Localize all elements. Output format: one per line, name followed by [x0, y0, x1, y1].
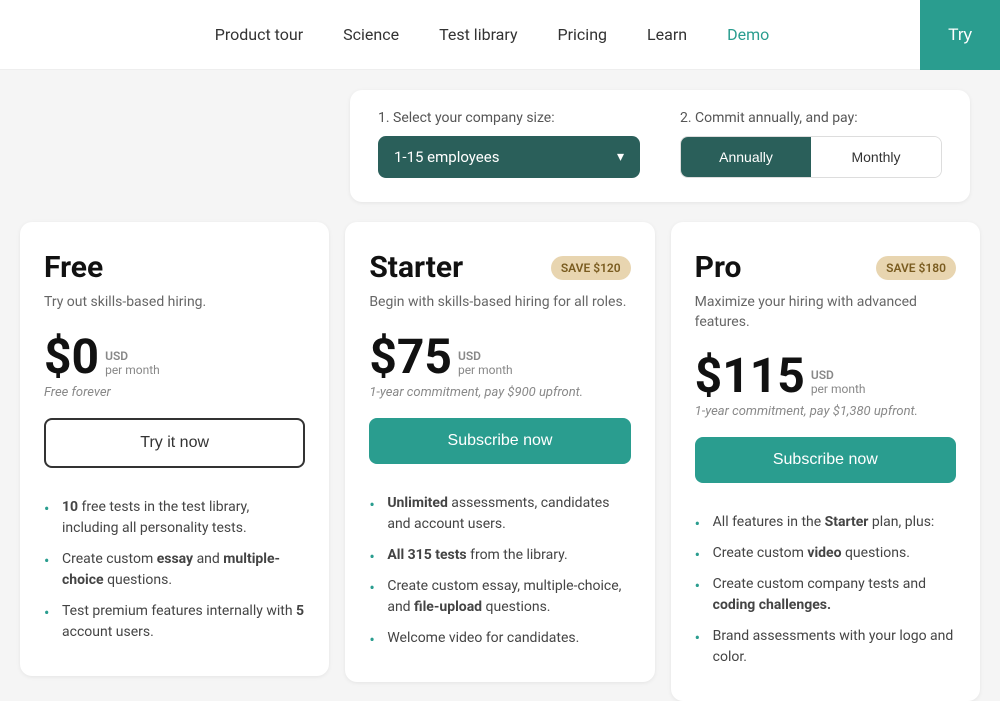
billing-toggle: Annually Monthly: [680, 136, 942, 178]
billing-col: 2. Commit annually, and pay: Annually Mo…: [680, 110, 942, 178]
list-item: Brand assessments with your logo and col…: [695, 621, 956, 673]
pro-cta-button[interactable]: Subscribe now: [695, 437, 956, 483]
starter-price-meta: USD per month: [458, 349, 513, 381]
free-price-amount: $0: [44, 333, 99, 381]
monthly-toggle[interactable]: Monthly: [811, 137, 941, 177]
nav-links: Product tour Science Test library Pricin…: [20, 25, 980, 44]
main-content: 1. Select your company size: 1-15 employ…: [0, 70, 1000, 701]
starter-features-list: Unlimited assessments, candidates and ac…: [369, 488, 630, 654]
starter-price-amount: $75: [369, 333, 452, 381]
free-plan-desc: Try out skills-based hiring.: [44, 293, 305, 313]
pro-plan-card: Pro SAVE $180 Maximize your hiring with …: [671, 222, 980, 701]
pro-features-list: All features in the Starter plan, plus: …: [695, 507, 956, 673]
company-size-label: 1. Select your company size:: [378, 110, 640, 126]
pro-save-badge: SAVE $180: [876, 256, 956, 280]
nav-demo[interactable]: Demo: [727, 25, 769, 44]
chevron-down-icon: ▾: [617, 149, 624, 165]
starter-plan-card: Starter SAVE $120 Begin with skills-base…: [345, 222, 654, 682]
list-item: Welcome video for candidates.: [369, 623, 630, 654]
free-price-period: per month: [105, 363, 160, 377]
selector-row: 1. Select your company size: 1-15 employ…: [378, 110, 942, 178]
free-cta-button[interactable]: Try it now: [44, 418, 305, 468]
starter-price-row: $75 USD per month: [369, 333, 630, 381]
free-features-list: 10 free tests in the test library, inclu…: [44, 492, 305, 648]
starter-save-badge: SAVE $120: [551, 256, 631, 280]
starter-plan-header: Starter SAVE $120: [369, 250, 630, 285]
free-price-currency: USD: [105, 349, 160, 363]
company-size-value: 1-15 employees: [394, 148, 499, 166]
list-item: Test premium features internally with 5 …: [44, 596, 305, 648]
pro-plan-name: Pro: [695, 250, 742, 285]
pro-price-period: per month: [811, 382, 866, 396]
pro-price-meta: USD per month: [811, 368, 866, 400]
free-price-row: $0 USD per month: [44, 333, 305, 381]
pro-plan-desc: Maximize your hiring with advanced featu…: [695, 293, 956, 332]
billing-label: 2. Commit annually, and pay:: [680, 110, 942, 126]
free-plan-card: Free Try out skills-based hiring. $0 USD…: [20, 222, 329, 676]
starter-plan-name: Starter: [369, 250, 463, 285]
starter-price-period: per month: [458, 363, 513, 377]
list-item: Create custom video questions.: [695, 538, 956, 569]
starter-plan-desc: Begin with skills-based hiring for all r…: [369, 293, 630, 313]
nav-product-tour[interactable]: Product tour: [215, 25, 303, 44]
company-size-col: 1. Select your company size: 1-15 employ…: [378, 110, 640, 178]
free-price-meta: USD per month: [105, 349, 160, 381]
selector-box: 1. Select your company size: 1-15 employ…: [350, 90, 970, 202]
pro-commitment: 1-year commitment, pay $1,380 upfront.: [695, 404, 956, 419]
pricing-cards: Free Try out skills-based hiring. $0 USD…: [20, 222, 980, 701]
list-item: Unlimited assessments, candidates and ac…: [369, 488, 630, 540]
nav-try-button[interactable]: Try: [920, 0, 1000, 70]
list-item: Create custom essay and multiple-choice …: [44, 544, 305, 596]
nav-test-library[interactable]: Test library: [439, 25, 517, 44]
list-item: Create custom essay, multiple-choice, an…: [369, 571, 630, 623]
nav-learn[interactable]: Learn: [647, 25, 687, 44]
annually-toggle[interactable]: Annually: [681, 137, 811, 177]
free-plan-name: Free: [44, 250, 103, 285]
pro-price-amount: $115: [695, 352, 805, 400]
pro-price-currency: USD: [811, 368, 866, 382]
starter-cta-button[interactable]: Subscribe now: [369, 418, 630, 464]
nav-pricing[interactable]: Pricing: [558, 25, 608, 44]
navbar: Product tour Science Test library Pricin…: [0, 0, 1000, 70]
free-forever-label: Free forever: [44, 385, 305, 400]
list-item: All features in the Starter plan, plus:: [695, 507, 956, 538]
pro-plan-header: Pro SAVE $180: [695, 250, 956, 285]
starter-commitment: 1-year commitment, pay $900 upfront.: [369, 385, 630, 400]
nav-science[interactable]: Science: [343, 25, 399, 44]
starter-price-currency: USD: [458, 349, 513, 363]
company-size-select[interactable]: 1-15 employees ▾: [378, 136, 640, 178]
list-item: Create custom company tests and coding c…: [695, 569, 956, 621]
free-plan-header: Free: [44, 250, 305, 285]
list-item: All 315 tests from the library.: [369, 540, 630, 571]
pro-price-row: $115 USD per month: [695, 352, 956, 400]
list-item: 10 free tests in the test library, inclu…: [44, 492, 305, 544]
